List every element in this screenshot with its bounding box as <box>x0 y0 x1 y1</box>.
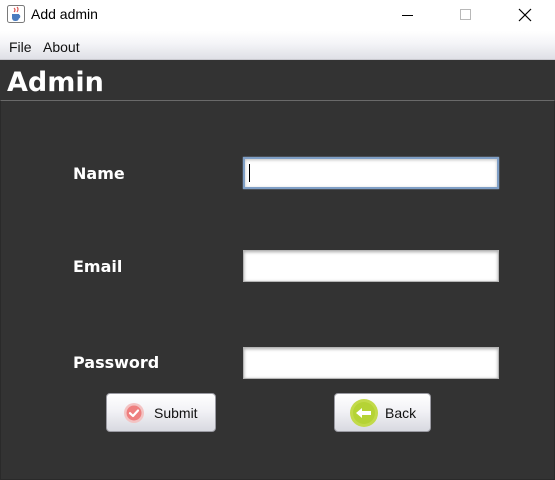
minimize-button[interactable] <box>385 0 431 30</box>
email-input[interactable] <box>243 250 499 282</box>
back-arrow-icon <box>350 398 378 427</box>
submit-label: Submit <box>154 404 198 421</box>
menu-bar: File About <box>0 31 555 60</box>
add-admin-window: Add admin File About Admin Name Email Pa… <box>0 0 555 480</box>
minimize-icon <box>402 15 413 16</box>
back-button[interactable]: Back <box>334 393 431 432</box>
page-title: Admin <box>7 67 104 98</box>
submit-button[interactable]: Submit <box>106 393 216 432</box>
menu-file[interactable]: File <box>9 39 32 55</box>
text-caret <box>249 164 250 182</box>
maximize-icon <box>460 9 471 20</box>
name-label: Name <box>73 164 125 183</box>
close-button[interactable] <box>502 0 548 30</box>
maximize-button[interactable] <box>443 0 489 30</box>
check-circle-icon <box>124 402 144 423</box>
email-label: Email <box>73 257 123 276</box>
password-input[interactable] <box>243 347 499 379</box>
password-label: Password <box>73 353 160 372</box>
title-bar: Add admin <box>0 0 555 30</box>
close-icon <box>518 8 532 22</box>
java-cup-icon <box>7 5 25 23</box>
back-label: Back <box>385 404 417 421</box>
name-input[interactable] <box>243 157 499 189</box>
window-title: Add admin <box>31 6 98 22</box>
menu-about[interactable]: About <box>43 39 80 55</box>
